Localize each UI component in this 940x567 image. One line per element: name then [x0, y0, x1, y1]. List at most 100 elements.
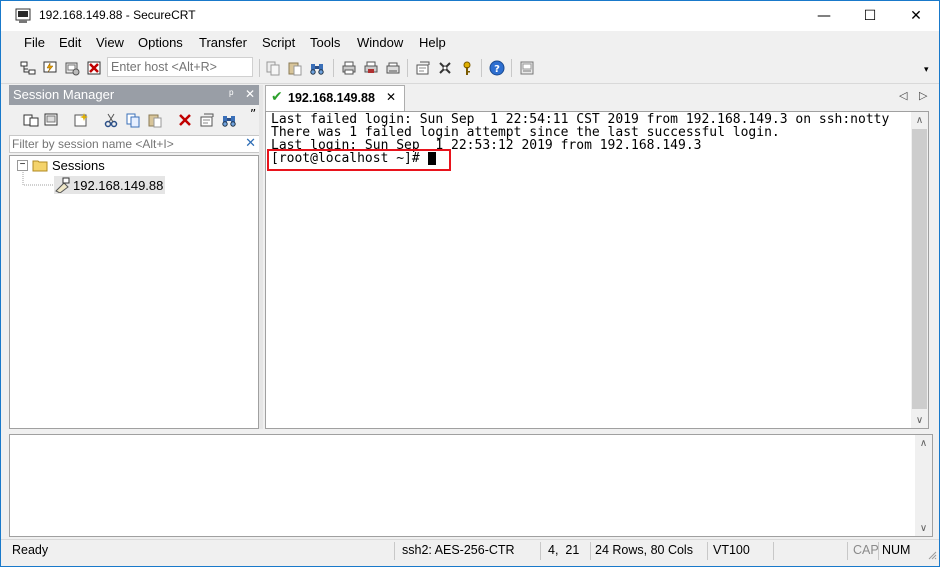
menu-bar: File Edit View Options Transfer Script T… — [1, 31, 939, 55]
scroll-thumb[interactable] — [912, 129, 927, 409]
status-bar: Ready ssh2: AES-256-CTR 4, 21 24 Rows, 8… — [1, 539, 939, 562]
paste-icon[interactable] — [287, 60, 303, 76]
clear-filter-icon[interactable]: ✕ — [245, 136, 256, 151]
command-window[interactable]: ∧ ∨ — [9, 434, 933, 537]
toolbar-separator — [407, 59, 408, 77]
resize-grip-icon[interactable] — [927, 550, 937, 560]
tree-label-session: 192.168.149.88 — [73, 177, 164, 193]
status-caps-lock: CAP — [853, 543, 879, 557]
sm-properties-icon[interactable] — [199, 112, 215, 128]
keymap-icon[interactable] — [459, 60, 475, 76]
sm-toolbar-overflow[interactable]: ” — [250, 107, 256, 121]
collapse-toggle-icon[interactable]: − — [17, 159, 28, 171]
session-tabs: ✔ 192.168.149.88 ✕ ◁ ▷ — [265, 85, 933, 111]
tab-scroll-left-icon[interactable]: ◁ — [899, 89, 907, 102]
sm-delete-icon[interactable] — [177, 112, 193, 128]
status-ready: Ready — [12, 543, 49, 557]
menu-edit[interactable]: Edit — [59, 35, 81, 50]
menu-transfer[interactable]: Transfer — [199, 35, 247, 50]
scroll-up-icon[interactable]: ∧ — [915, 435, 932, 451]
copy-icon[interactable] — [265, 60, 281, 76]
close-window-button[interactable]: ✕ — [893, 1, 939, 31]
toolbar-separator — [481, 59, 482, 77]
svg-text:?: ? — [494, 64, 500, 75]
toolbar-separator — [511, 59, 512, 77]
tab-label: 192.168.149.88 — [288, 91, 375, 105]
printer-setup-icon[interactable] — [385, 60, 401, 76]
folder-icon — [32, 160, 48, 172]
terminal-scrollbar[interactable]: ∧ ∨ — [911, 112, 928, 428]
status-separator — [878, 542, 879, 560]
toolbar-separator — [333, 59, 334, 77]
menu-view[interactable]: View — [96, 35, 124, 50]
print-selection-icon[interactable] — [363, 60, 379, 76]
session-filter: ✕ — [9, 135, 261, 153]
maximize-button[interactable]: ☐ — [847, 1, 893, 31]
status-emulation: VT100 — [713, 543, 750, 557]
menu-script[interactable]: Script — [262, 35, 295, 50]
pin-icon[interactable]: ᵖ — [229, 87, 234, 101]
quick-connect-icon[interactable] — [42, 60, 58, 76]
status-separator — [847, 542, 848, 560]
minimize-button[interactable]: — — [801, 1, 847, 31]
session-options-icon[interactable] — [415, 60, 431, 76]
sm-copy-icon[interactable] — [125, 112, 141, 128]
scroll-up-icon[interactable]: ∧ — [911, 112, 928, 128]
status-separator — [540, 542, 541, 560]
sm-connect-icon[interactable] — [23, 112, 39, 128]
sm-new-session-icon[interactable] — [73, 112, 89, 128]
enter-host-input[interactable] — [107, 57, 253, 77]
securecrt-app-icon — [15, 8, 31, 23]
tree-node-sessions[interactable]: − Sessions — [17, 156, 105, 174]
sm-paste-icon[interactable] — [147, 112, 163, 128]
status-num-lock: NUM — [882, 543, 911, 557]
session-manager-title: Session Manager — [13, 87, 115, 102]
status-terminal-size: 24 Rows, 80 Cols — [595, 543, 693, 557]
sm-find-icon[interactable] — [221, 112, 237, 128]
menu-tools[interactable]: Tools — [310, 35, 340, 50]
session-manager-header: Session Manager ᵖ ✕ — [9, 85, 261, 105]
menu-file[interactable]: File — [24, 35, 45, 50]
session-manager-panel: Session Manager ᵖ ✕ ” ✕ − — [9, 85, 261, 429]
tree-node-session-192-168-149-88[interactable]: 192.168.149.88 — [54, 176, 166, 194]
sm-connect-in-tab-icon[interactable] — [43, 112, 59, 128]
sftp-icon[interactable] — [519, 60, 535, 76]
connect-icon[interactable] — [20, 60, 36, 76]
command-window-scrollbar[interactable]: ∧ ∨ — [915, 435, 932, 536]
scroll-down-icon[interactable]: ∨ — [911, 412, 928, 428]
print-icon[interactable] — [341, 60, 357, 76]
tab-close-icon[interactable]: ✕ — [386, 90, 396, 104]
title-bar[interactable]: 192.168.149.88 - SecureCRT — ☐ ✕ — [1, 1, 939, 31]
menu-help[interactable]: Help — [419, 35, 446, 50]
tree-label-sessions: Sessions — [52, 157, 105, 173]
close-panel-button[interactable]: ✕ — [245, 87, 255, 101]
status-separator — [590, 542, 591, 560]
tab-scroll-right-icon[interactable]: ▷ — [919, 89, 927, 102]
global-options-icon[interactable] — [437, 60, 453, 76]
session-manager-toolbar: ” — [9, 107, 261, 133]
find-icon[interactable] — [309, 60, 325, 76]
securecrt-window: 192.168.149.88 - SecureCRT — ☐ ✕ File Ed… — [0, 0, 940, 567]
tab-192-168-149-88[interactable]: ✔ 192.168.149.88 ✕ — [265, 85, 405, 111]
connected-check-icon: ✔ — [271, 89, 283, 105]
status-separator — [394, 542, 395, 560]
status-separator — [707, 542, 708, 560]
toolbar-overflow-icon[interactable]: ▾ — [924, 65, 929, 75]
status-cursor-position: 4, 21 — [548, 543, 580, 557]
panel-splitter[interactable] — [259, 85, 263, 429]
session-tree: − Sessions 192.168.149.88 — [9, 155, 259, 429]
session-filter-input[interactable] — [10, 136, 242, 152]
scroll-down-icon[interactable]: ∨ — [915, 520, 932, 536]
session-computer-icon — [55, 177, 70, 193]
menu-window[interactable]: Window — [357, 35, 403, 50]
connect-in-tab-icon[interactable] — [64, 60, 80, 76]
menu-options[interactable]: Options — [138, 35, 183, 50]
main-toolbar: ? ▾ — [1, 55, 939, 84]
sm-cut-icon[interactable] — [103, 112, 119, 128]
terminal-view[interactable]: Last failed login: Sun Sep 1 22:54:11 CS… — [265, 111, 929, 429]
toolbar-separator — [259, 59, 260, 77]
help-icon[interactable]: ? — [489, 60, 505, 76]
prompt-highlight-box — [267, 149, 451, 171]
disconnect-icon[interactable] — [86, 60, 102, 76]
status-separator — [773, 542, 774, 560]
